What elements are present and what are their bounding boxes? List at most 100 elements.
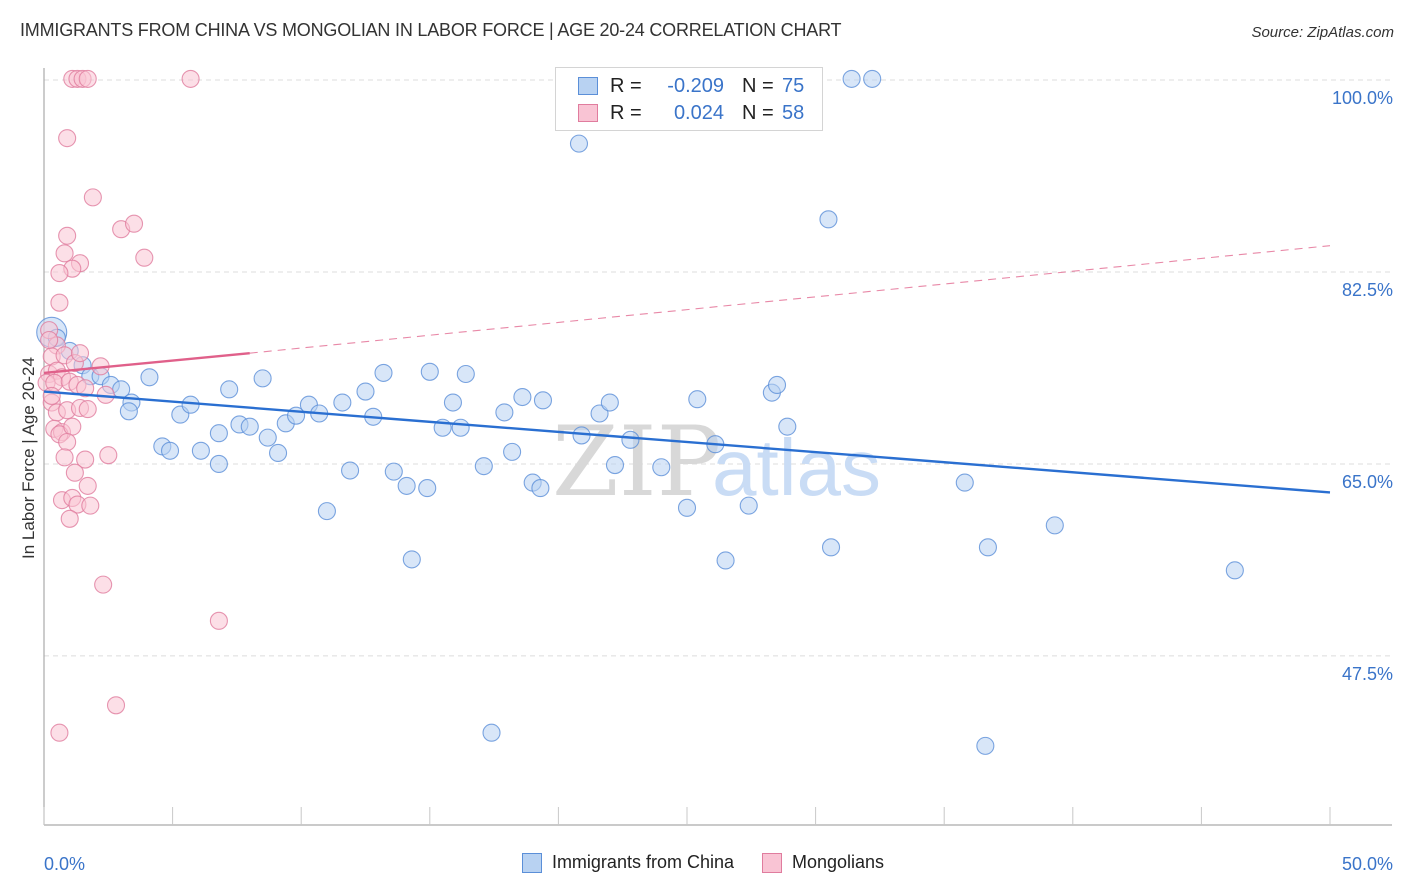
data-point[interactable] [42,386,61,405]
data-point[interactable] [124,214,144,233]
data-point[interactable] [418,479,437,498]
legend-item-mongolians[interactable]: Mongolians [762,852,884,873]
data-point[interactable] [1225,561,1244,580]
data-point[interactable] [240,417,259,436]
legend-row-china: R = -0.209 N = 75 [578,74,804,98]
data-point[interactable] [58,432,77,452]
data-point[interactable] [253,369,272,388]
data-point[interactable] [842,69,861,88]
data-point[interactable] [55,244,74,263]
data-point[interactable] [495,403,514,422]
data-point[interactable] [78,476,97,495]
data-point[interactable] [317,502,336,521]
legend-swatch-pink [762,852,782,873]
legend-swatch-pink [578,104,598,122]
y-tick-label: 82.5% [1342,280,1393,300]
data-point[interactable] [65,463,84,482]
r-value: 0.024 [673,101,724,124]
data-point[interactable] [621,430,640,449]
r-label: R = [610,74,642,97]
data-point[interactable] [374,363,393,382]
data-point[interactable] [677,498,697,517]
data-point[interactable] [482,723,501,742]
y-tick-label: 47.5% [1342,664,1393,684]
n-value: 75 [782,74,805,97]
data-point[interactable] [976,736,995,755]
data-point[interactable] [209,424,228,443]
stats-legend: R = -0.209 N = 75 R = 0.024 N = 58 [555,67,823,131]
legend-swatch-blue [578,77,598,95]
data-point[interactable] [50,293,69,312]
data-point[interactable] [83,188,102,207]
trend-line-mongolians-extension [249,245,1331,354]
data-point[interactable] [978,538,997,557]
data-point[interactable] [269,443,288,463]
data-point[interactable] [819,210,838,229]
data-point[interactable] [140,368,159,387]
data-point[interactable] [767,375,787,395]
data-point[interactable] [397,476,416,495]
data-point[interactable] [1045,516,1064,535]
data-point[interactable] [191,441,210,460]
data-point[interactable] [60,509,79,528]
data-point[interactable] [569,134,589,153]
r-label: R = [610,101,642,124]
y-tick-labels: 100.0% 82.5% 65.0% 47.5% [1332,88,1393,684]
watermark-zip: ZIP [552,406,721,518]
data-point[interactable] [384,462,403,481]
data-point[interactable] [341,461,360,480]
legend-item-china[interactable]: Immigrants from China [521,852,734,873]
data-point[interactable] [716,551,735,570]
data-point[interactable] [739,496,758,515]
data-point[interactable] [955,473,974,492]
data-point[interactable] [533,391,553,410]
data-point[interactable] [81,496,100,515]
data-point[interactable] [402,550,421,569]
data-point[interactable] [600,393,619,412]
data-point[interactable] [220,380,239,399]
data-point[interactable] [55,448,74,467]
data-point[interactable] [863,69,882,88]
data-point[interactable] [503,442,522,461]
legend-label: Mongolians [792,852,885,872]
data-point[interactable] [119,402,138,421]
data-point[interactable] [209,611,228,630]
data-point[interactable] [531,479,550,498]
data-point[interactable] [58,226,77,245]
data-point[interactable] [821,538,841,557]
data-point[interactable] [605,455,625,475]
data-point[interactable] [420,362,439,381]
data-point[interactable] [778,417,797,436]
data-point[interactable] [106,696,126,715]
data-point[interactable] [50,264,69,283]
data-point[interactable] [443,393,462,412]
data-point[interactable] [99,446,118,465]
data-point[interactable] [451,418,470,437]
data-point[interactable] [40,330,59,350]
data-point[interactable] [258,428,277,447]
data-point[interactable] [70,344,90,363]
data-point[interactable] [356,382,375,401]
data-point[interactable] [78,69,97,88]
data-point[interactable] [58,129,77,148]
data-point[interactable] [181,69,200,88]
legend-label: Immigrants from China [551,852,734,872]
data-point[interactable] [333,393,352,412]
data-point[interactable] [513,387,532,407]
data-point[interactable] [63,417,82,436]
data-point[interactable] [135,248,154,267]
data-point[interactable] [160,441,180,460]
scatter-plot: ZIP atlas 100.0%82.5%65.0%47.5% 0.0% 50.0… [19,68,1393,874]
n-label: N = [742,101,774,124]
data-point[interactable] [94,575,113,594]
data-point[interactable] [50,723,69,742]
data-point[interactable] [652,458,671,477]
data-point[interactable] [572,426,591,445]
data-point[interactable] [209,454,228,474]
data-point[interactable] [688,390,707,409]
data-point[interactable] [474,457,493,476]
n-value: 58 [782,101,805,124]
data-point[interactable] [456,364,475,384]
data-point[interactable] [78,400,97,419]
series-legend: Immigrants from China Mongolians [0,852,1406,873]
